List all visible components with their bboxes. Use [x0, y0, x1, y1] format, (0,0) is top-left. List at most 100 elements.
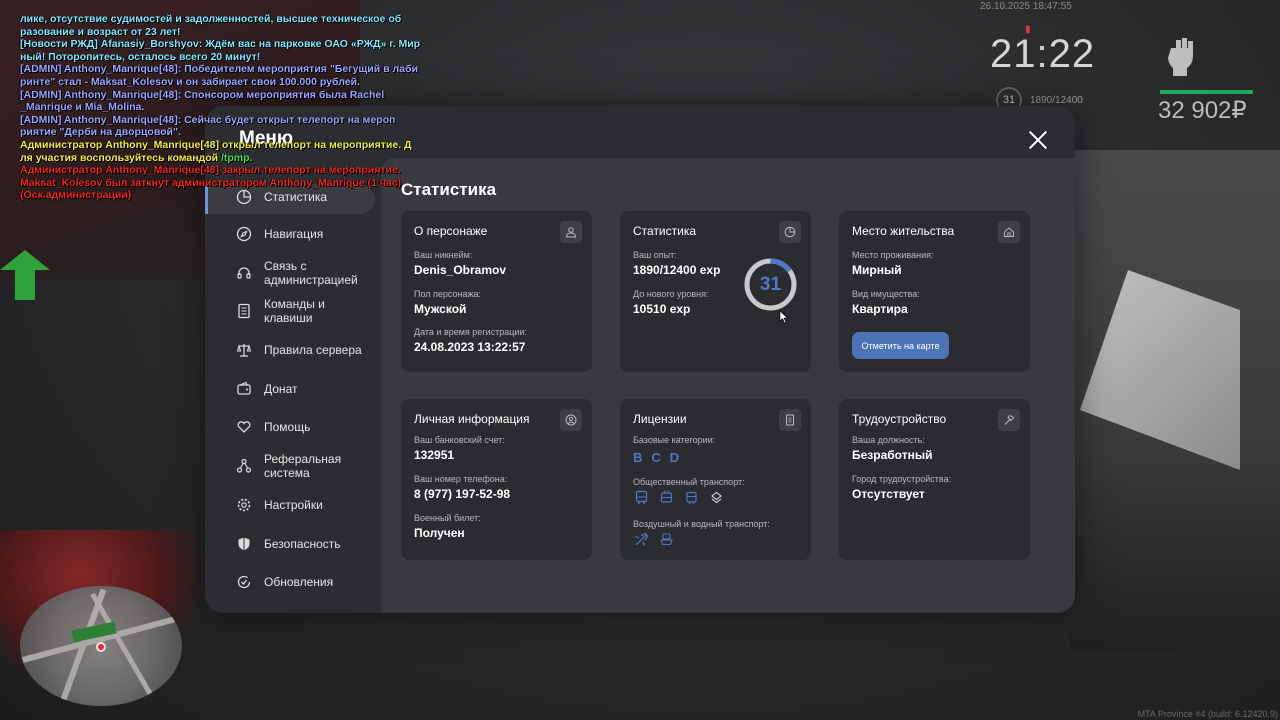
field-label: Ваш никнейм: — [414, 250, 473, 260]
sidebar-item-navigation[interactable]: Навигация — [235, 225, 375, 243]
chat-line-text: _Manrique и Mia_Molina. — [20, 101, 145, 114]
sidebar: Статистика Навигация Связь с администрац… — [205, 158, 381, 613]
sidebar-item-help[interactable]: Помощь — [235, 418, 375, 436]
field-label: До нового уровня: — [633, 289, 709, 299]
notification-icon: ▮ — [1025, 24, 1031, 35]
field-label: Место проживания: — [852, 250, 934, 260]
gear-icon — [235, 496, 253, 514]
user-icon — [560, 221, 582, 243]
chat-line: риятие "Дерби на дворцовой". — [20, 126, 430, 139]
sidebar-item-rules[interactable]: Правила сервера — [235, 341, 375, 359]
sidebar-item-referral[interactable]: Реферальная система — [235, 452, 375, 480]
field-value: Отсутствует — [852, 487, 925, 501]
field-label: Воздушный и водный транспорт: — [633, 519, 770, 529]
field-label: Дата и время регистрации: — [414, 327, 527, 337]
card-licenses: Лицензии Базовые категории: B C D Общест… — [620, 399, 811, 560]
close-button[interactable] — [1026, 128, 1050, 152]
license-category: B — [633, 450, 643, 465]
level-number: 31 — [759, 273, 782, 295]
license-category: D — [669, 450, 680, 465]
chat-line-text: разование и возраст от 23 лет! — [20, 25, 181, 38]
chat-line-text: риятие "Дерби на дворцовой". — [20, 126, 181, 139]
mouse-cursor-icon — [779, 310, 789, 324]
hud-exp: 1890/12400 — [1030, 95, 1083, 106]
chat-line-text: ля участия воспользуйтесь командой — [20, 151, 221, 164]
refresh-check-icon — [235, 573, 253, 591]
chat-line: [ADMIN] Anthony_Manrique[48]: Победителе… — [20, 63, 430, 76]
card-title: О персонаже — [414, 224, 488, 238]
sidebar-item-label: Правила сервера — [264, 343, 362, 357]
chat-line: Администратор Anthony_Manrique[48] закры… — [20, 164, 430, 177]
sidebar-item-label: Связь с администрацией — [264, 259, 358, 287]
chat-line-text: (Оск.администрации) — [20, 189, 132, 202]
shield-icon — [235, 535, 253, 553]
field-value: Безработный — [852, 448, 933, 462]
chat-line: [ADMIN] Anthony_Manrique[48]: Спонсором … — [20, 89, 430, 102]
field-value: 8 (977) 197-52-98 — [414, 487, 511, 501]
chat-line: Администратор Anthony_Manrique[48] откры… — [20, 139, 430, 152]
chat-line: _Manrique и Mia_Molina. — [20, 101, 430, 114]
sidebar-item-contact-admin[interactable]: Связь с администрацией — [235, 259, 375, 287]
field-value: 1890/12400 exp — [633, 263, 721, 277]
chat-line: Maksat_Kolesov был заткнут администратор… — [20, 177, 430, 190]
field-label: Ваша должность: — [852, 435, 925, 445]
chat-line-text: [ADMIN] Anthony_Manrique[48]: Победителе… — [20, 63, 418, 76]
chat-line-text: [Новости РЖД] Afanasiy_Borshyov: Ждём ва… — [20, 38, 421, 51]
sidebar-item-label: Настройки — [264, 498, 323, 512]
chat-line: ный! Поторопитесь, осталось всего 20 мин… — [20, 51, 430, 64]
card-title: Трудоустройство — [852, 412, 947, 426]
sidebar-item-updates[interactable]: Обновления — [235, 573, 375, 591]
content-panel: Статистика О персонаже Ваш никнейм: Deni… — [381, 158, 1075, 613]
field-value: 24.08.2023 13:22:57 — [414, 340, 526, 354]
minimap — [20, 586, 182, 706]
sidebar-item-label: Команды и клавиши — [264, 297, 325, 325]
network-icon — [235, 457, 253, 475]
license-categories: B C D — [633, 450, 679, 465]
card-title: Статистика — [633, 224, 697, 238]
field-value: Получен — [414, 526, 465, 540]
heart-hand-icon — [235, 418, 253, 436]
chat-line-text: [ADMIN] Anthony_Manrique[48]: Спонсором … — [20, 88, 385, 101]
field-label: Пол персонажа: — [414, 289, 482, 299]
chat-line: (Оск.администрации) — [20, 189, 430, 202]
chat-line: ринте" стал - Maksat_Kolesov и он забира… — [20, 76, 430, 89]
build-info: MTA Province #4 (build: 6.12420.9) — [1137, 709, 1278, 719]
home-icon — [998, 221, 1020, 243]
card-personal-info: Личная информация Ваш банковский счет: 1… — [401, 399, 592, 560]
document-icon — [235, 302, 253, 320]
field-value: Мирный — [852, 263, 902, 277]
sidebar-item-security[interactable]: Безопасность — [235, 535, 375, 553]
boat-icon — [658, 531, 675, 548]
sidebar-item-label: Донат — [264, 382, 298, 396]
chat-log: лике, отсутствие судимостей и задолженно… — [20, 13, 430, 202]
hud-clock: 21:22 — [990, 32, 1096, 76]
chat-line-text: [ADMIN] Anthony_Manrique[48]: Сейчас буд… — [20, 113, 396, 126]
card-title: Лицензии — [633, 412, 687, 426]
field-label: Ваш банковский счет: — [414, 435, 505, 445]
fist-icon — [1168, 38, 1193, 76]
taxi-icon — [708, 489, 725, 506]
id-card-icon — [779, 409, 801, 431]
field-label: Город трудоустройства: — [852, 474, 952, 484]
card-character: О персонаже Ваш никнейм: Denis_Obramov П… — [401, 211, 592, 372]
card-employment: Трудоустройство Ваша должность: Безработ… — [839, 399, 1030, 560]
sidebar-item-donate[interactable]: Донат — [235, 380, 375, 398]
scales-icon — [235, 341, 253, 359]
sidebar-item-commands[interactable]: Команды и клавиши — [235, 297, 375, 325]
license-category: C — [651, 450, 661, 465]
mark-on-map-button[interactable]: Отметить на карте — [852, 332, 949, 359]
air-water-transport-icons — [633, 531, 675, 548]
sidebar-item-label: Помощь — [264, 420, 311, 434]
field-label: Базовые категории: — [633, 435, 716, 445]
public-transport-icons — [633, 489, 725, 506]
field-value: 132951 — [414, 448, 455, 462]
chat-command: /tpmp. — [220, 151, 253, 164]
card-title: Место жительства — [852, 224, 955, 238]
player-marker-icon — [96, 642, 106, 652]
chat-line-text: ринте" стал - Maksat_Kolesov и он забира… — [20, 75, 360, 88]
field-label: Военный билет: — [414, 513, 481, 523]
card-residence: Место жительства Место проживания: Мирны… — [839, 211, 1030, 372]
headset-icon — [235, 264, 253, 282]
sidebar-item-settings[interactable]: Настройки — [235, 496, 375, 514]
field-label: Ваш опыт: — [633, 250, 677, 260]
